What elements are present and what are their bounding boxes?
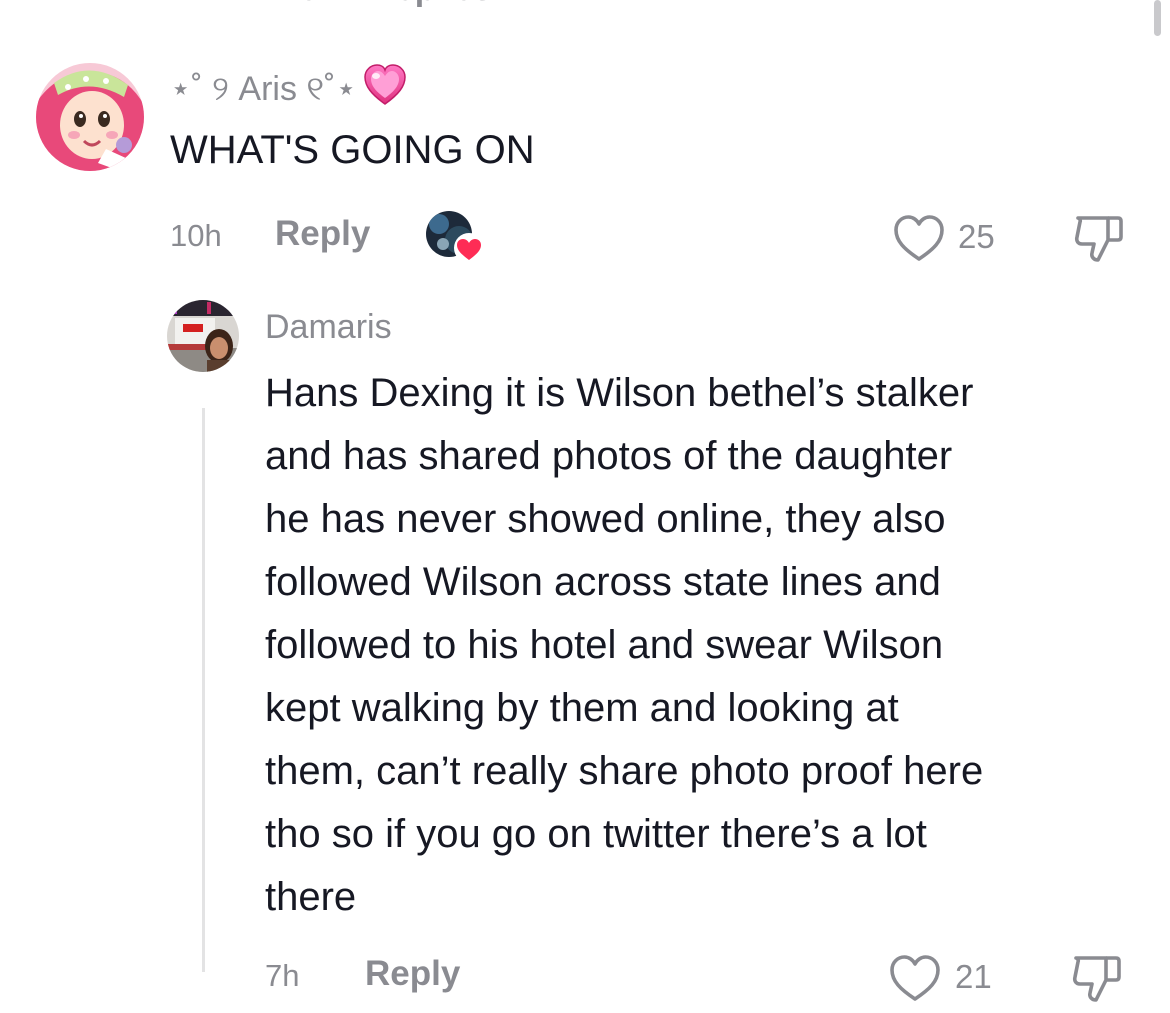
dislike-button[interactable] [1070,210,1128,268]
strawberry-shortcake-avatar-icon [36,63,144,171]
comment-timestamp: 10h [170,218,222,253]
reply-text: Hans Dexing it is Wilson bethel’s stalke… [265,371,984,919]
like-count: 25 [958,218,995,255]
reply-timestamp: 7h [265,958,300,993]
comment-username[interactable]: ⋆˚ ୨ Aris ୧˚⋆ [170,63,407,115]
heart-outline-icon [894,215,944,261]
reply-username[interactable]: Damaris [265,302,392,352]
reply-button[interactable]: Reply [275,214,370,254]
reply-button[interactable]: Reply [365,954,460,994]
thumbs-down-outline-icon [1072,956,1121,1002]
pink-heart-emoji-icon [363,63,407,115]
heart-outline-icon [890,955,940,1001]
scrollbar[interactable] [1154,0,1161,36]
raw-arena-selfie-avatar-icon [167,300,239,372]
like-count: 21 [955,958,992,995]
dislike-button[interactable] [1068,950,1126,1008]
view-replies-link[interactable]: View 2 replies [268,0,492,9]
like-button[interactable] [892,212,946,264]
creator-liked-badge [425,210,485,266]
avatar[interactable] [36,63,144,171]
reply-thread-line [202,408,205,972]
like-button[interactable] [888,952,942,1004]
thumbs-down-outline-icon [1074,216,1123,262]
comment-text: WHAT'S GOING ON [170,128,535,172]
username-text: ⋆˚ ୨ Aris ୧˚⋆ [170,70,357,108]
creator-liked-badge-icon [426,211,484,263]
avatar[interactable] [167,300,239,372]
